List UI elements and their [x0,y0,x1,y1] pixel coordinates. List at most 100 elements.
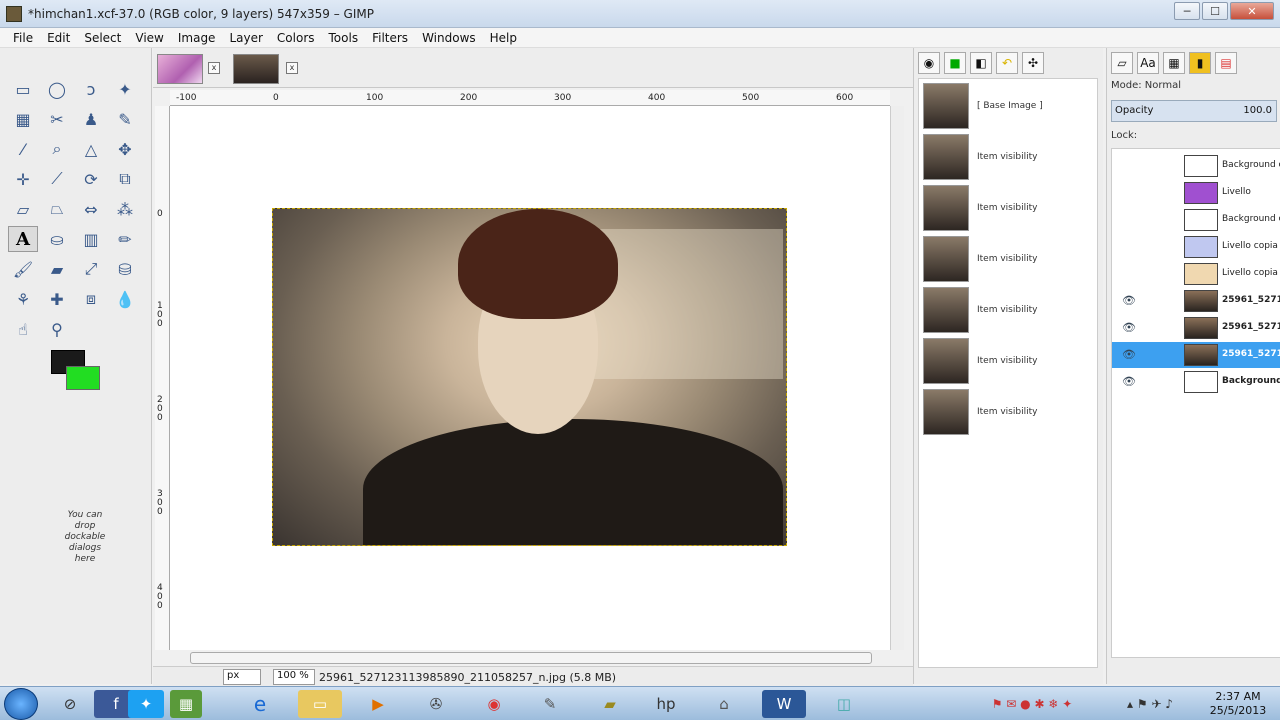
undo-history-item[interactable]: Item visibility [923,389,1093,437]
zoom-icon[interactable]: ⌕ [42,136,72,162]
ink-icon[interactable]: ⛁ [110,256,140,282]
layer-row-selected[interactable]: 👁 25961_52712 [1112,342,1280,368]
eye-icon[interactable]: 👁 [1122,348,1136,361]
app-icon[interactable]: ⌂ [702,690,746,718]
undo-history-item[interactable]: Item visibility [923,236,1093,284]
start-button[interactable] [4,688,38,720]
text-tool-icon[interactable]: A [8,226,38,252]
cage-icon[interactable]: ⁂ [110,196,140,222]
image-tab-thumbnail-1[interactable] [157,54,203,84]
media-player-icon[interactable]: ▶ [356,690,400,718]
color-select-icon[interactable]: ▦ [8,106,38,132]
undo-tab-icon[interactable]: ↶ [996,52,1018,74]
blur-icon[interactable]: 💧 [110,286,140,312]
twitter-icon[interactable]: ✦ [128,690,164,718]
chrome-icon[interactable]: ◉ [472,690,516,718]
layer-row[interactable]: 👁 25961_52712 [1112,288,1280,314]
menu-layer[interactable]: Layer [222,31,269,45]
paintbrush-icon[interactable]: 🖌 [8,256,38,282]
rect-select-icon[interactable]: ▭ [8,76,38,102]
ellipse-select-icon[interactable]: ◯ [42,76,72,102]
foreground-select-icon[interactable]: ♟ [76,106,106,132]
brushes-tab-icon[interactable]: ▱ [1111,52,1133,74]
gimp-taskbar-icon[interactable]: ✎ [528,690,572,718]
internet-explorer-icon[interactable]: e [238,690,282,718]
clone-icon[interactable]: ⚘ [8,286,38,312]
menu-select[interactable]: Select [77,31,128,45]
channels-tab-icon[interactable]: ◉ [918,52,940,74]
undo-history-item[interactable]: [ Base Image ] [923,83,1093,131]
system-tray-icons[interactable]: ⚑ ✉ ● ✱ ❄ ✦ [972,690,1092,718]
layer-row[interactable]: Background c [1112,207,1280,233]
menu-edit[interactable]: Edit [40,31,77,45]
perspective-icon[interactable]: ⏢ [42,196,72,222]
folder-icon[interactable]: ▭ [298,690,342,718]
minimize-button[interactable]: ─ [1174,2,1200,20]
close-button[interactable]: ✕ [1230,2,1274,20]
perspective-clone-icon[interactable]: ⧈ [76,286,106,312]
navigation-tab-icon[interactable]: ✣ [1022,52,1044,74]
sticky-notes-icon[interactable]: ▰ [588,690,632,718]
horizontal-scrollbar[interactable] [190,652,872,664]
layer-mode-label[interactable]: Mode: Normal [1111,80,1181,91]
eraser-icon[interactable]: ▰ [42,256,72,282]
align-icon[interactable]: ✛ [8,166,38,192]
free-select-icon[interactable]: ↄ [76,76,106,102]
menu-tools[interactable]: Tools [322,31,366,45]
eye-icon[interactable]: 👁 [1122,321,1136,334]
blend-icon[interactable]: ▥ [76,226,106,252]
smudge-icon[interactable]: ☝ [8,316,38,342]
heal-icon[interactable]: ✚ [42,286,72,312]
eye-icon[interactable]: 👁 [1122,375,1136,388]
layer-row[interactable]: 👁 Background [1112,369,1280,395]
crop-icon[interactable]: ⟋ [42,166,72,192]
eye-icon[interactable]: 👁 [1122,294,1136,307]
fonts-tab-icon[interactable]: Aa [1137,52,1159,74]
menu-image[interactable]: Image [171,31,223,45]
undo-history-item[interactable]: Item visibility [923,287,1093,335]
bucket-fill-icon[interactable]: ⛀ [42,226,72,252]
move-icon[interactable]: ✥ [110,136,140,162]
palettes-tab-icon[interactable]: ▤ [1215,52,1237,74]
menu-file[interactable]: File [6,31,40,45]
undo-history-item[interactable]: Item visibility [923,134,1093,182]
game-icon[interactable]: ▦ [170,690,202,718]
colors-tab-icon[interactable]: ◧ [970,52,992,74]
undo-history-item[interactable]: Item visibility [923,185,1093,233]
image-tab-thumbnail-2[interactable] [233,54,279,84]
layer-row[interactable]: Livello copia c [1112,234,1280,260]
zoom-select[interactable]: 100 % [273,669,315,685]
layer-row[interactable]: 👁 25961_52712 [1112,315,1280,341]
menu-help[interactable]: Help [483,31,524,45]
shear-icon[interactable]: ▱ [8,196,38,222]
opacity-slider[interactable]: Opacity 100.0 [1111,100,1277,122]
word-icon[interactable]: W [762,690,806,718]
film-icon[interactable]: ✇ [414,690,458,718]
tray-status-icons[interactable]: ▴ ⚑ ✈ ♪ [1100,690,1200,718]
menu-filters[interactable]: Filters [365,31,415,45]
layer-row[interactable]: Livello copia [1112,261,1280,287]
layer-row[interactable]: Livello [1112,180,1280,206]
taskbar-clock[interactable]: 2:37 AM 25/5/2013 [1208,690,1268,718]
scale-icon[interactable]: ⧉ [110,166,140,192]
patterns-tab-icon[interactable]: ▦ [1163,52,1185,74]
undo-history-item[interactable]: Item visibility [923,338,1093,386]
photo-image-layer[interactable] [272,208,787,546]
fuzzy-select-icon[interactable]: ✦ [110,76,140,102]
menu-colors[interactable]: Colors [270,31,322,45]
vertical-scrollbar[interactable] [890,106,904,650]
paths-tab-icon[interactable]: ■ [944,52,966,74]
hp-icon[interactable]: hp [644,690,688,718]
flip-icon[interactable]: ⇔ [76,196,106,222]
task-icon-app[interactable]: ⊘ [48,690,92,718]
menu-view[interactable]: View [128,31,170,45]
pencil-icon[interactable]: ✏ [110,226,140,252]
tab-close-icon[interactable]: x [208,62,220,74]
dodge-burn-icon[interactable]: ⚲ [42,316,72,342]
rotate-icon[interactable]: ⟳ [76,166,106,192]
color-picker-icon[interactable]: ⁄ [8,136,38,162]
airbrush-icon[interactable]: ⤢ [76,256,106,282]
window-switch-icon[interactable]: ◫ [822,690,866,718]
menu-windows[interactable]: Windows [415,31,483,45]
scissors-icon[interactable]: ✂ [42,106,72,132]
